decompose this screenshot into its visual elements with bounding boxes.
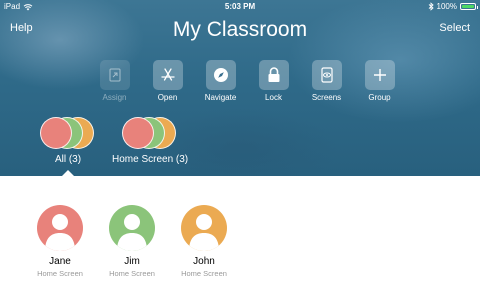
avatar-jane [37,205,83,251]
selection-pointer [62,170,74,176]
navigate-button[interactable]: Navigate [194,60,247,102]
page-title: My Classroom [172,18,308,41]
plus-icon [373,69,386,81]
eye-screen-icon [320,67,333,83]
student-name: Jim [124,256,140,267]
student-jim[interactable]: Jim Home Screen [92,205,172,278]
compass-icon [213,68,228,82]
student-name: Jane [49,256,71,267]
person-silhouette-icon [45,214,75,251]
screens-label: Screens [311,93,342,102]
battery-icon [460,3,478,10]
status-time: 5:03 PM [224,2,256,11]
lock-label: Lock [265,93,282,102]
person-silhouette-icon [189,214,219,251]
avatar-jane-mini [122,117,155,149]
student-john[interactable]: John Home Screen [164,205,244,278]
lock-button[interactable]: Lock [247,60,300,102]
assign-label: Assign [102,93,127,102]
student-status: Home Screen [37,269,83,278]
avatar-john [181,205,227,251]
student-status: Home Screen [181,269,227,278]
header-background: iPad 5:03 PM 100% Help My Classroom Sele… [0,0,480,176]
navigate-label: Navigate [204,93,237,102]
avatar-jane-mini [40,117,72,149]
student-name: John [193,256,215,267]
group-all[interactable]: All (3) [40,117,96,165]
bluetooth-icon [428,2,434,11]
student-jane[interactable]: Jane Home Screen [20,205,100,278]
open-button[interactable]: Open [141,60,194,102]
group-avatar-stack [122,117,178,151]
nav-bar: Help My Classroom Select [0,14,480,50]
status-bar: iPad 5:03 PM 100% [0,0,480,14]
select-button[interactable]: Select [439,22,470,34]
group-all-label: All (3) [54,154,82,165]
battery-percent: 100% [436,2,457,11]
group-button[interactable]: Group [353,60,406,102]
action-toolbar: Assign Open Navigate Lock Screens Group [88,60,406,102]
group-home-screen[interactable]: Home Screen (3) [112,117,188,165]
student-status: Home Screen [109,269,155,278]
group-home-screen-label: Home Screen (3) [112,154,189,165]
avatar-jim [109,205,155,251]
group-label: Group [368,93,391,102]
assign-icon [109,68,120,82]
person-silhouette-icon [117,214,147,251]
groups-row: All (3) Home Screen (3) [0,117,480,167]
group-avatar-stack [40,117,96,151]
lock-icon [268,67,279,82]
screens-button[interactable]: Screens [300,60,353,102]
open-label: Open [157,93,178,102]
battery-fill [462,5,474,8]
assign-button[interactable]: Assign [88,60,141,102]
app-store-icon [160,68,175,81]
